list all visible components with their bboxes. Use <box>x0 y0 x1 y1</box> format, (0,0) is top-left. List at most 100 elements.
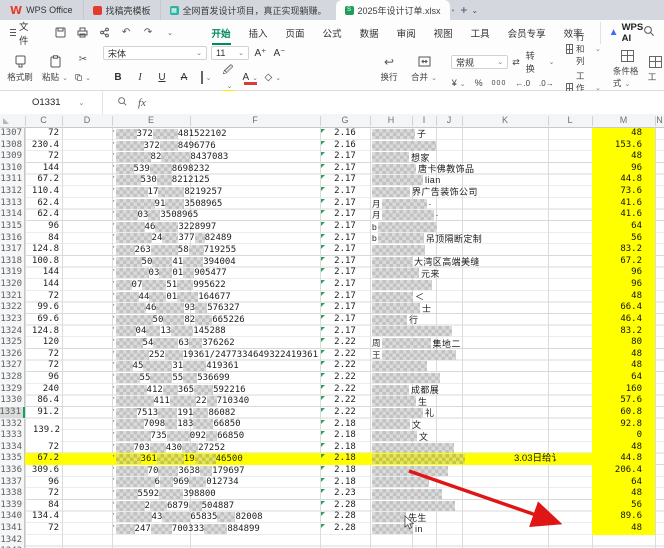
row-header-1331[interactable]: 1331 <box>0 407 25 419</box>
row-header-1307[interactable]: 1307 <box>0 128 25 140</box>
row-header-1327[interactable]: 1327 <box>0 360 25 372</box>
file-menu-button[interactable]: 文件 <box>0 19 40 47</box>
row-header-1319[interactable]: 1319 <box>0 267 25 279</box>
cell-order-number[interactable]: '41122710340 <box>113 396 318 406</box>
cell-profit[interactable]: 56 <box>592 500 642 512</box>
row-header-1313[interactable]: 1313 <box>0 198 25 210</box>
cell-date[interactable]: 2.16 <box>320 140 370 152</box>
sheet-row[interactable]: 144'03019054772.17元来961319 <box>0 267 664 279</box>
save-icon[interactable] <box>54 26 67 39</box>
tab-member[interactable]: 会员专享 <box>499 22 555 44</box>
row-header-1316[interactable]: 1316 <box>0 233 25 245</box>
cell-order-number[interactable]: '5592398800 <box>113 489 318 499</box>
cell-profit[interactable]: 80 <box>592 337 642 349</box>
cell-order-number[interactable]: '5398698232 <box>113 164 318 174</box>
cell-order-number[interactable]: '3611946500 <box>113 454 318 464</box>
cell-order-number[interactable]: '412365592216 <box>113 385 318 395</box>
redo-icon[interactable]: ↷ <box>142 26 155 39</box>
cell-client[interactable] <box>372 443 454 453</box>
tab-tools[interactable]: 工具 <box>462 22 499 44</box>
sheet-row[interactable]: 72'55923988002.23481338 <box>0 488 664 500</box>
cell-profit[interactable]: 160 <box>592 384 642 396</box>
font-size-select[interactable]: 11⌄ <box>211 46 249 60</box>
cell-note[interactable]: 3.03日给讠 <box>514 453 591 465</box>
cell-date[interactable]: 2.17 <box>320 314 370 326</box>
cell-client[interactable]: lian <box>372 175 441 185</box>
cell-client[interactable] <box>372 373 440 383</box>
cell-profit[interactable]: 92.8 <box>592 419 642 431</box>
cell-client[interactable]: 唐卡佛教饰品 <box>372 164 474 174</box>
copy-icon[interactable]: ⌄ <box>75 71 91 84</box>
cell-client[interactable] <box>372 477 429 487</box>
column-header-K[interactable]: K <box>462 114 548 127</box>
column-header-F[interactable]: F <box>190 114 320 127</box>
rows-cols-button[interactable]: 行和列⌄ <box>566 31 600 67</box>
cell-client[interactable]: 成都展 <box>372 385 439 395</box>
sheet-row[interactable]: 100.8'50413940042.17大湾区高端美缝67.21318 <box>0 256 664 268</box>
cell-profit[interactable]: 57.6 <box>592 395 642 407</box>
sheet-row[interactable]: 139.2'7098183668502.18文92.81332 <box>0 419 664 431</box>
cell-order-number[interactable]: '0413145288 <box>113 326 318 336</box>
sheet-row[interactable]: 72'45314193612.22481327 <box>0 360 664 372</box>
cell-order-number[interactable]: '372481522102 <box>113 129 318 139</box>
sheet-row[interactable]: 99.6'46935763272.17士66.41322 <box>0 302 664 314</box>
cell-c[interactable]: 67.2 <box>25 453 59 465</box>
cell-order-number[interactable]: '25219361/2477334649322419361 <box>113 350 318 360</box>
cell-client[interactable]: 王 <box>372 350 456 360</box>
cell-profit[interactable]: 48 <box>592 523 642 535</box>
cell-c[interactable]: 62.4 <box>25 198 59 210</box>
align-middle-icon[interactable] <box>317 54 333 68</box>
cell-date[interactable]: 2.17 <box>320 267 370 279</box>
cell-c[interactable]: 144 <box>25 279 59 291</box>
cell-order-number[interactable]: '913508965 <box>113 199 318 209</box>
cell-date[interactable]: 2.22 <box>320 384 370 396</box>
row-header-1333[interactable]: 1333 <box>0 430 25 442</box>
cell-date[interactable]: 2.17 <box>320 244 370 256</box>
cell-profit[interactable]: 153.6 <box>592 140 642 152</box>
quick-access-caret[interactable]: ⌄ <box>164 26 177 39</box>
format-painter-button[interactable]: 格式刷 <box>5 55 35 83</box>
cell-profit[interactable]: 83.2 <box>592 326 642 338</box>
row-header-1321[interactable]: 1321 <box>0 291 25 303</box>
row-header-1317[interactable]: 1317 <box>0 244 25 256</box>
cell-client[interactable] <box>372 466 448 476</box>
sheet-row[interactable]: 240'4123655922162.22成都展1601329 <box>0 384 664 396</box>
merge-cells-button[interactable]: 合并⌄ <box>409 55 439 83</box>
align-left-icon[interactable] <box>299 70 315 84</box>
cell-c[interactable]: 240 <box>25 384 59 396</box>
row-header-1326[interactable]: 1326 <box>0 349 25 361</box>
cell-date[interactable]: 2.16 <box>320 128 370 140</box>
cell-date[interactable]: 2.17 <box>320 291 370 303</box>
cell-client[interactable]: 周集地二 <box>372 338 461 348</box>
cell-date[interactable]: 2.22 <box>320 395 370 407</box>
cell-date[interactable]: 2.28 <box>320 511 370 523</box>
doc-tab-active[interactable]: S 2025年设计订单.xlsx <box>336 0 450 20</box>
cell-profit[interactable]: 96 <box>592 163 642 175</box>
cell-order-number[interactable]: '5041394004 <box>113 257 318 267</box>
cell-c[interactable]: 69.6 <box>25 314 59 326</box>
cell-order-number[interactable]: '4531419361 <box>113 361 318 371</box>
cell-client[interactable] <box>372 489 442 499</box>
cell-order-number[interactable]: '5463376262 <box>113 338 318 348</box>
cell-date[interactable]: 2.17 <box>320 174 370 186</box>
cell-c[interactable]: 120 <box>25 337 59 349</box>
cell-profit[interactable]: 48 <box>592 442 642 454</box>
borders-button[interactable]: ⌄ <box>199 72 214 83</box>
cell-order-number[interactable]: '73509266850 <box>113 431 318 441</box>
align-right-icon[interactable] <box>335 70 351 84</box>
cell-client[interactable] <box>372 501 455 511</box>
sheet-row[interactable]: 84'268795048872.28561339 <box>0 500 664 512</box>
doc-tab-2[interactable]: ▦ 全网首发设计项目，真正实现躺赚。 <box>160 0 336 20</box>
cell-order-number[interactable]: '0301905477 <box>113 268 318 278</box>
cell-c[interactable]: 309.6 <box>25 465 59 477</box>
cell-date[interactable]: 2.17 <box>320 279 370 291</box>
row-header-1309[interactable]: 1309 <box>0 151 25 163</box>
cell-profit[interactable]: 64 <box>592 221 642 233</box>
cell-order-number[interactable]: '703638179697 <box>113 466 318 476</box>
cut-icon[interactable]: ✂ <box>75 53 91 66</box>
row-header-1341[interactable]: 1341 <box>0 523 25 535</box>
select-all-corner[interactable] <box>3 118 9 124</box>
cell-profit[interactable]: 44.8 <box>592 174 642 186</box>
cell-client[interactable]: ＜ <box>372 292 424 302</box>
cell-order-number[interactable]: '3728496776 <box>113 141 318 151</box>
